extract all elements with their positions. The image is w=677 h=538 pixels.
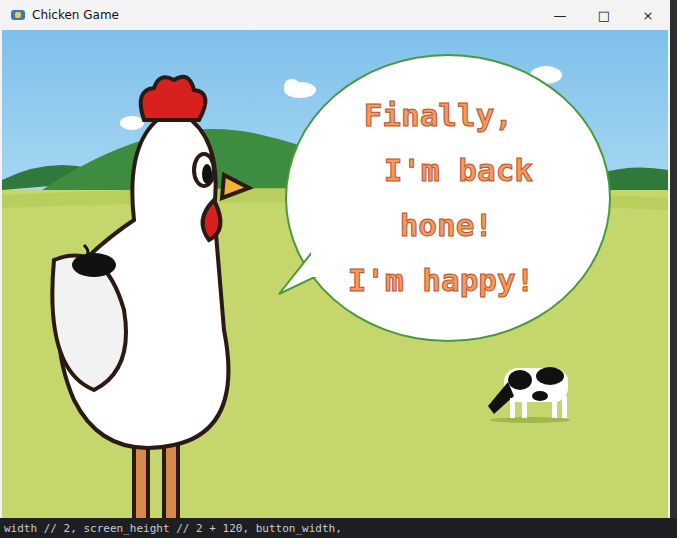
background-editor: width // 2, screen_height // 2 + 120, bu…	[0, 518, 677, 538]
close-button[interactable]: ×	[626, 0, 670, 30]
window-title: Chicken Game	[32, 8, 119, 22]
maximize-button[interactable]: □	[582, 0, 626, 30]
pygame-snake-icon	[10, 7, 26, 23]
speech-line: hone!	[400, 207, 493, 244]
code-line: width // 2, screen_height // 2 + 120, bu…	[4, 522, 342, 535]
desktop: Chicken Game —□× Finally, I'm back hone! I'm …	[0, 0, 677, 538]
chicken-icon	[24, 70, 264, 518]
minimize-button[interactable]: —	[538, 0, 582, 30]
title-bar[interactable]: Chicken Game —□×	[0, 0, 670, 30]
cow-icon	[480, 360, 580, 424]
game-canvas: Finally, I'm back hone! I'm happy!	[2, 30, 668, 518]
game-window: Chicken Game —□× Finally, I'm back hone! I'm …	[0, 0, 670, 518]
speech-bubble: Finally, I'm back hone! I'm happy!	[285, 54, 611, 342]
speech-bubble-tail	[277, 246, 317, 296]
editor-edge	[670, 0, 677, 518]
speech-line: Finally,	[364, 97, 513, 134]
speech-line: I'm happy!	[348, 262, 535, 299]
speech-line: I'm back	[384, 152, 533, 189]
